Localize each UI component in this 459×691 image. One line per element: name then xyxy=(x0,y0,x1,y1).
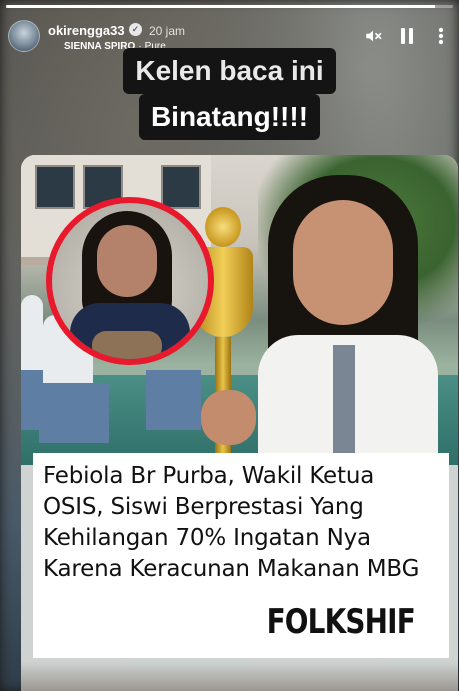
post-card[interactable]: Febiola Br Purba, Wakil Ketua OSIS, Sisw… xyxy=(21,155,458,691)
story-controls xyxy=(363,26,451,46)
trophy-emblem xyxy=(205,207,241,247)
post-text-box: Febiola Br Purba, Wakil Ketua OSIS, Sisw… xyxy=(33,453,449,658)
background-student-skirt xyxy=(39,383,109,443)
caption-line-1: Kelen baca ini xyxy=(123,48,336,94)
pause-icon xyxy=(401,28,413,44)
hand xyxy=(201,390,256,445)
mute-button[interactable] xyxy=(363,26,383,46)
inset-cloth xyxy=(92,331,162,359)
story-progress-bar xyxy=(6,5,453,8)
brand-logo: FOLKSHIF xyxy=(266,602,416,642)
caption-line-2: Binatang!!!! xyxy=(138,94,321,140)
speaker-muted-icon xyxy=(366,30,382,42)
verified-badge-icon: ✓ xyxy=(129,23,142,36)
pause-button[interactable] xyxy=(397,26,417,46)
building-window xyxy=(161,165,201,209)
username[interactable]: okirengga33 xyxy=(48,23,125,38)
story-progress-fill xyxy=(6,5,436,8)
building-window xyxy=(35,165,75,209)
post-photo xyxy=(21,155,458,475)
inset-face xyxy=(97,225,157,297)
more-vertical-icon xyxy=(438,27,444,45)
student-face xyxy=(293,200,393,325)
post-time: 20 jam xyxy=(149,24,186,38)
post-body-text: Febiola Br Purba, Wakil Ketua OSIS, Sisw… xyxy=(43,463,420,582)
student-tie xyxy=(333,345,355,465)
story-caption: Kelen baca ini Binatang!!!! xyxy=(0,48,459,140)
student-photo xyxy=(238,175,438,475)
more-options-button[interactable] xyxy=(431,26,451,46)
inset-photo xyxy=(46,197,214,365)
bottom-fade xyxy=(21,661,458,691)
background-student xyxy=(21,295,43,375)
